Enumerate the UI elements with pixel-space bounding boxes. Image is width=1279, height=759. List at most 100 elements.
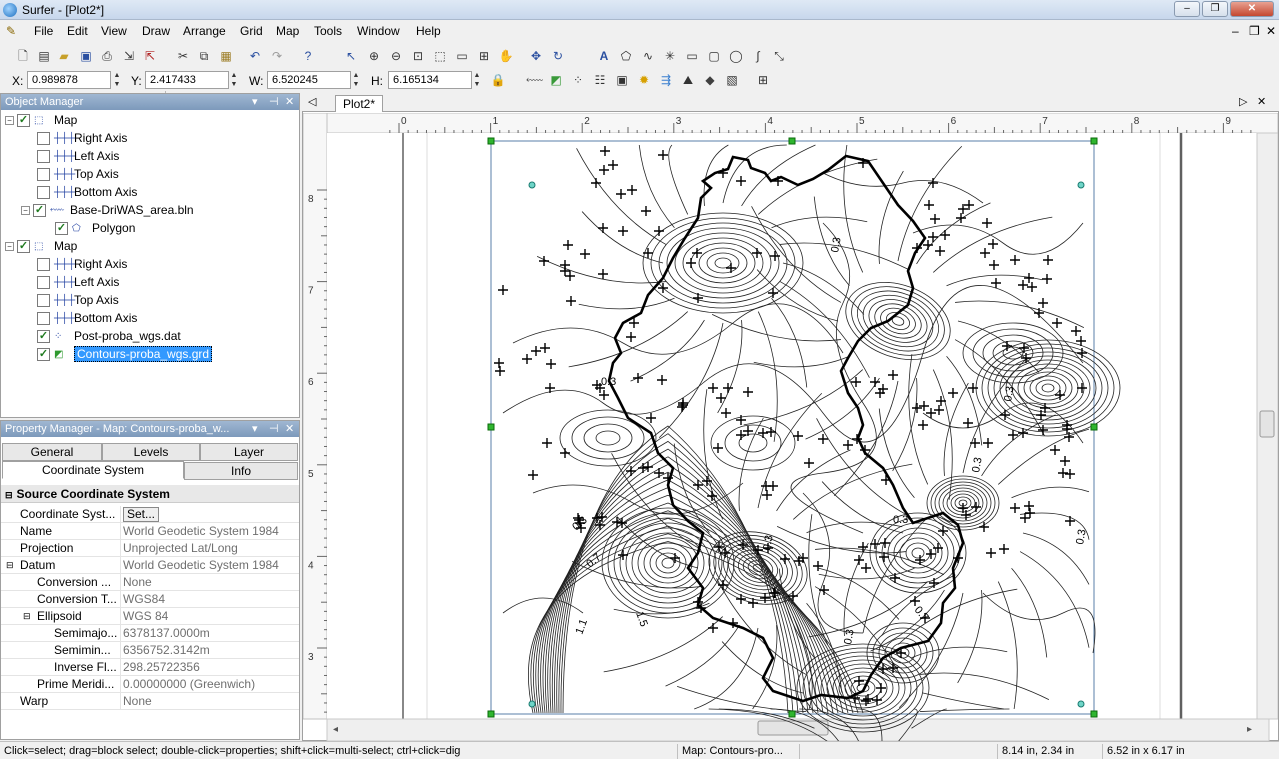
minimize-button[interactable]: – (1174, 1, 1200, 17)
property-row[interactable]: Warp None (1, 693, 299, 710)
document-icon[interactable]: ✎ (6, 24, 16, 38)
visibility-checkbox[interactable] (37, 132, 50, 146)
rectangle-tool-icon[interactable]: ▭ (683, 47, 701, 65)
menu-grid[interactable]: Grid (240, 24, 263, 38)
tab-scroll-right-icon[interactable]: ▷ (1239, 95, 1247, 108)
menu-draw[interactable]: Draw (142, 24, 170, 38)
h-spin-icon[interactable]: ▲ ▼ (472, 71, 482, 89)
visibility-checkbox[interactable] (37, 168, 50, 182)
symbol-tool-icon[interactable]: ✳ (661, 47, 679, 65)
tree-item-top-axis[interactable]: ┼┼┼Top Axis (37, 291, 119, 309)
tree-item-right-axis[interactable]: ┼┼┼Right Axis (37, 255, 127, 273)
collapse-icon[interactable]: − (21, 206, 30, 216)
lock-aspect-icon[interactable]: 🔒 (489, 71, 507, 89)
rotate-icon[interactable]: ↻ (549, 47, 567, 65)
redo-icon[interactable]: ↷ (268, 47, 286, 65)
property-row[interactable]: Coordinate Syst... Set... (1, 506, 299, 523)
text-tool-icon[interactable]: A (595, 47, 613, 65)
add-map-layer-icon[interactable]: ⊞ (754, 71, 772, 89)
plot-canvas[interactable]: 0 1 2 3 4 5 6 7 8 9876543 ◂ ▸ 0.30.30.30.30.30.30… (303, 113, 1278, 741)
panel-close-icon[interactable]: ✕ (285, 95, 294, 108)
tree-item-right-axis[interactable]: ┼┼┼Right Axis (37, 129, 127, 147)
tree-item-base-driwas-area-bln[interactable]: − ✓ ⬳ Base-DriWAS_area.bln (21, 201, 194, 219)
visibility-checkbox[interactable] (37, 294, 50, 308)
set-coordinate-system-button[interactable]: Set... (120, 506, 298, 522)
property-row[interactable]: Name World Geodetic System 1984 (1, 523, 299, 540)
tab-levels[interactable]: Levels (102, 443, 200, 461)
tab-general[interactable]: General (2, 443, 102, 461)
resize-handle[interactable] (487, 423, 495, 431)
y-spin-icon[interactable]: ▲ ▼ (229, 71, 239, 89)
property-row[interactable]: Conversion ... None (1, 574, 299, 591)
new-base-map-icon[interactable]: ⬳ (525, 71, 543, 89)
width-input[interactable] (267, 71, 351, 89)
tree-item-bottom-axis[interactable]: ┼┼┼Bottom Axis (37, 183, 137, 201)
collapse-icon[interactable]: ⊟ (23, 608, 31, 624)
new-icon[interactable]: 🗋 (14, 47, 32, 65)
axis-corner-handle[interactable] (528, 700, 536, 708)
panel-pin-icon[interactable]: ⊣ (269, 95, 279, 108)
zoom-in-icon[interactable]: ⊕ (365, 47, 383, 65)
panel-pin-icon[interactable]: ⊣ (269, 422, 279, 435)
zoom-selected-icon[interactable]: ⬚ (431, 47, 449, 65)
visibility-checkbox[interactable]: ✓ (37, 348, 50, 362)
visibility-checkbox[interactable] (37, 186, 50, 200)
visibility-checkbox[interactable]: ✓ (37, 330, 50, 344)
tab-scroll-left-icon[interactable]: ◁ (308, 95, 316, 108)
new-vector-map-icon[interactable]: ⇶ (657, 71, 675, 89)
new-image-map-icon[interactable]: ▣ (613, 71, 631, 89)
resize-handle[interactable] (1090, 423, 1098, 431)
y-position-input[interactable] (145, 71, 229, 89)
tree-item-contours-proba-wgs-grd[interactable]: ✓ ◩ Contours-proba_wgs.grd (37, 345, 213, 363)
new-post-map-icon[interactable]: ⁘ (569, 71, 587, 89)
reshape-tool-icon[interactable]: ⤡ (770, 47, 788, 65)
zoom-page-icon[interactable]: ▭ (453, 47, 471, 65)
height-input[interactable] (388, 71, 472, 89)
new-surface-icon[interactable]: ◆ (701, 71, 719, 89)
collapse-icon[interactable]: − (5, 242, 14, 252)
menu-window[interactable]: Window (357, 24, 400, 38)
maximize-button[interactable]: ❐ (1202, 1, 1228, 17)
new-contour-map-icon[interactable]: ◩ (547, 71, 565, 89)
property-row[interactable]: ⊟ Ellipsoid WGS 84 (1, 608, 299, 625)
zoom-rectangle-icon[interactable]: ⊡ (409, 47, 427, 65)
visibility-checkbox[interactable] (37, 312, 50, 326)
section-header[interactable]: ⊟ Source Coordinate System (1, 485, 299, 503)
paste-icon[interactable]: ▦ (217, 47, 235, 65)
panel-dropdown-icon[interactable]: ▾ (252, 422, 258, 435)
property-row[interactable]: Projection Unprojected Lat/Long (1, 540, 299, 557)
new-shaded-relief-icon[interactable]: ✹ (635, 71, 653, 89)
import-icon[interactable]: ⇲ (120, 47, 138, 65)
collapse-icon[interactable]: ⊟ (5, 490, 13, 500)
x-position-input[interactable] (27, 71, 111, 89)
menu-tools[interactable]: Tools (314, 24, 342, 38)
export-icon[interactable]: ⇱ (141, 47, 159, 65)
visibility-checkbox[interactable] (37, 276, 50, 290)
resize-handle[interactable] (1090, 137, 1098, 145)
tree-item-bottom-axis[interactable]: ┼┼┼Bottom Axis (37, 309, 137, 327)
property-row[interactable]: Conversion T... WGS84 (1, 591, 299, 608)
copy-icon[interactable]: ⧉ (195, 47, 213, 65)
menu-view[interactable]: View (101, 24, 127, 38)
axis-corner-handle[interactable] (528, 181, 536, 189)
menu-edit[interactable]: Edit (67, 24, 88, 38)
tree-item-left-axis[interactable]: ┼┼┼Left Axis (37, 273, 119, 291)
polyline-tool-icon[interactable]: ∿ (639, 47, 657, 65)
undo-icon[interactable]: ↶ (246, 47, 264, 65)
tab-close-icon[interactable]: ✕ (1257, 95, 1266, 108)
tab-info[interactable]: Info (184, 462, 298, 480)
move-icon[interactable]: ✥ (527, 47, 545, 65)
property-row[interactable]: Inverse Fl... 298.25722356 (1, 659, 299, 676)
tab-coordinate-system[interactable]: Coordinate System (2, 461, 184, 479)
print-icon[interactable]: ⎙ (98, 47, 116, 65)
spline-tool-icon[interactable]: ∫ (749, 47, 767, 65)
collapse-icon[interactable]: − (5, 116, 14, 126)
document-tab-plot2[interactable]: Plot2* (335, 95, 383, 112)
visibility-checkbox[interactable]: ✓ (17, 240, 30, 254)
select-arrow-icon[interactable]: ↖ (342, 47, 360, 65)
tree-item-left-axis[interactable]: ┼┼┼Left Axis (37, 147, 119, 165)
rounded-rectangle-tool-icon[interactable]: ▢ (705, 47, 723, 65)
resize-handle[interactable] (1090, 710, 1098, 718)
panel-close-icon[interactable]: ✕ (285, 422, 294, 435)
open-icon[interactable]: ▰ (55, 47, 73, 65)
